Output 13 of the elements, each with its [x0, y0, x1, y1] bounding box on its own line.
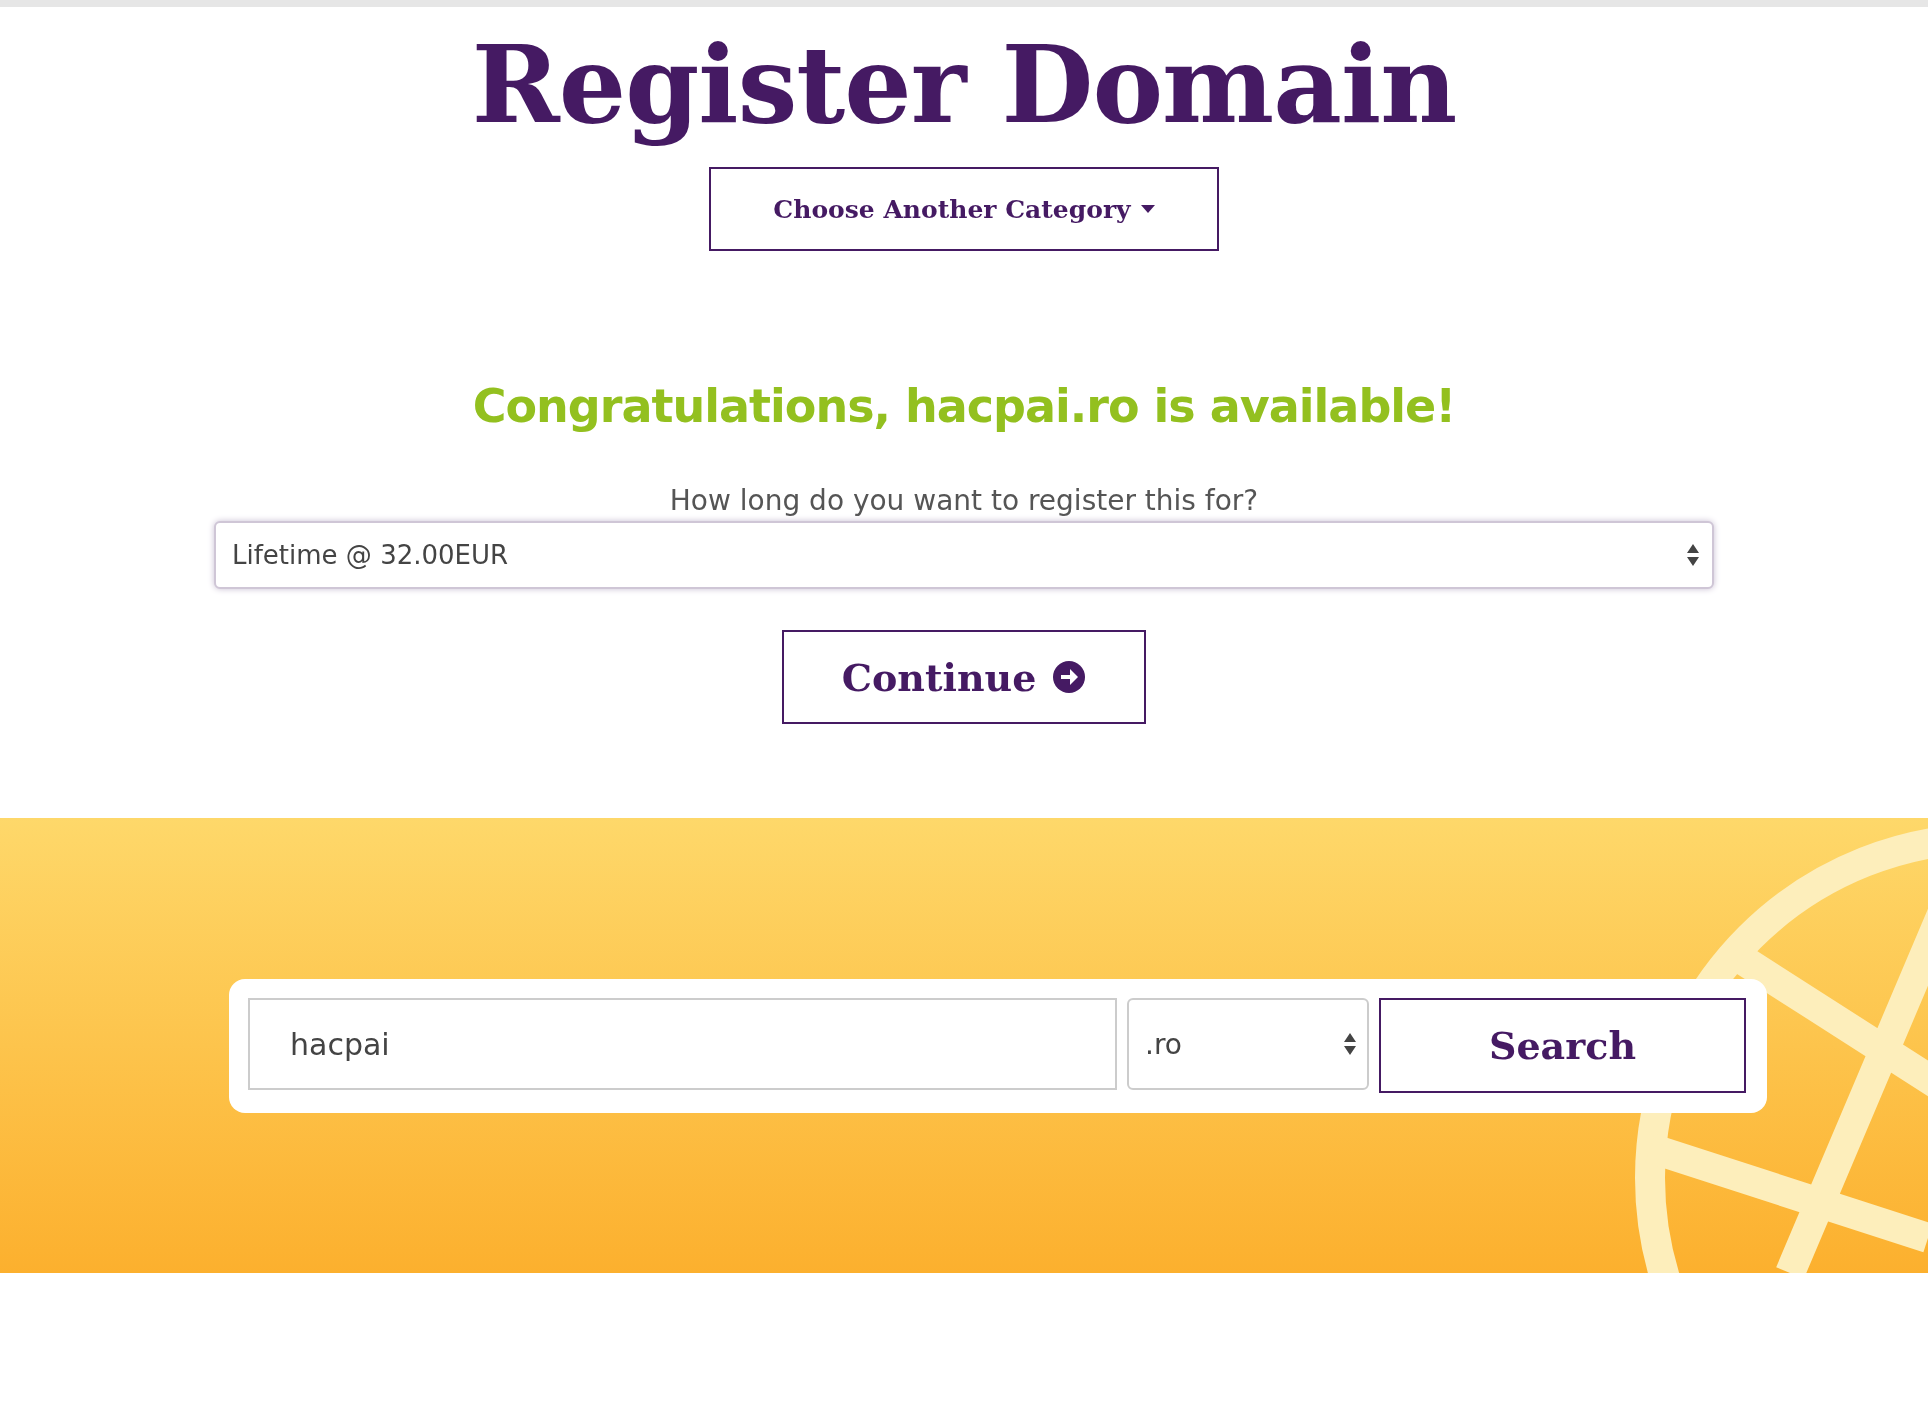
period-select[interactable]: Lifetime @ 32.00EUR [214, 521, 1714, 589]
availability-message: Congratulations, hacpai.ro is available! [472, 379, 1456, 433]
arrow-circle-icon [1052, 660, 1087, 694]
select-arrows-icon [1343, 1031, 1357, 1057]
domain-input[interactable]: hacpai [248, 998, 1117, 1090]
continue-button[interactable]: Continue [782, 630, 1146, 724]
caret-down-icon [1140, 205, 1155, 213]
page-title: Register Domain [471, 21, 1457, 149]
period-question: How long do you want to register this for? [669, 484, 1259, 517]
search-button[interactable]: Search [1379, 998, 1746, 1093]
select-arrows-icon [1686, 542, 1700, 568]
extension-select[interactable]: .ro [1127, 998, 1369, 1090]
category-dropdown-button[interactable]: Choose Another Category [709, 167, 1219, 251]
